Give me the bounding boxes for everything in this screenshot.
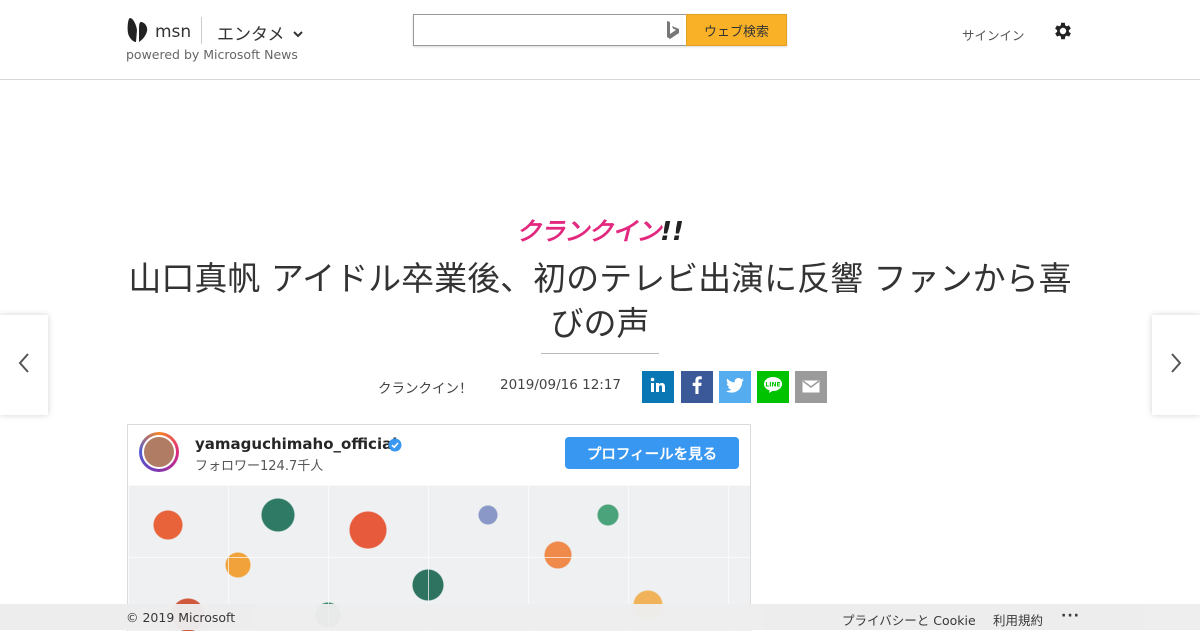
terms-link[interactable]: 利用規約 (993, 610, 1043, 629)
instagram-followers: フォロワー124.7千人 (195, 459, 324, 474)
publisher-logo[interactable]: クランクイン!! (0, 212, 1200, 248)
linkedin-icon (650, 377, 666, 397)
publisher-logo-bang: !! (660, 217, 684, 247)
section-dropdown[interactable]: エンタメ (217, 20, 303, 45)
chevron-down-icon (292, 23, 303, 43)
view-profile-button[interactable]: プロフィールを見る (565, 437, 739, 469)
signin-link[interactable]: サインイン (962, 25, 1025, 44)
next-article-button[interactable] (1152, 315, 1200, 415)
more-options-button[interactable]: ··· (1061, 608, 1080, 624)
site-header: msn エンタメ powered by Microsoft News ウェブ検索… (0, 0, 1200, 80)
share-facebook-button[interactable] (681, 371, 713, 403)
share-linkedin-button[interactable] (642, 371, 674, 403)
search-input[interactable] (414, 15, 660, 45)
article-title: 山口真帆 アイドル卒業後、初のテレビ出演に反響 ファンから喜びの声 (128, 259, 1072, 343)
site-footer: © 2019 Microsoft プライバシーと Cookie 利用規約 ··· (0, 604, 1200, 630)
instagram-username: yamaguchimaho_official (195, 435, 398, 453)
chevron-right-icon (1170, 352, 1182, 378)
logo-text: msn (155, 22, 192, 42)
msn-logo[interactable]: msn (127, 16, 191, 48)
line-icon: LINE (763, 376, 783, 398)
previous-article-button[interactable] (0, 315, 48, 415)
publisher-logo-text: クランクイン (516, 217, 661, 246)
web-search-button[interactable]: ウェブ検索 (686, 14, 787, 46)
msn-butterfly-icon (127, 16, 149, 48)
instagram-header: yamaguchimaho_official フォロワー124.7千人 プロフィ… (128, 425, 750, 482)
title-divider (541, 353, 659, 354)
share-line-button[interactable]: LINE (757, 371, 789, 403)
facebook-icon (692, 376, 702, 398)
twitter-icon (726, 377, 744, 397)
section-label: エンタメ (217, 25, 285, 45)
verified-badge-icon (388, 437, 402, 456)
article-date: 2019/09/16 12:17 (500, 377, 622, 393)
copyright: © 2019 Microsoft (126, 610, 236, 625)
search-box: ウェブ検索 (413, 14, 787, 46)
svg-text:LINE: LINE (765, 382, 780, 389)
article-image[interactable]: yamaguchimaho_official フォロワー124.7千人 プロフィ… (127, 424, 751, 631)
powered-by: powered by Microsoft News (126, 47, 298, 62)
header-divider (201, 17, 202, 44)
share-email-button[interactable] (795, 371, 827, 403)
gear-icon[interactable] (1052, 20, 1074, 46)
email-icon (802, 378, 820, 397)
chevron-left-icon (18, 352, 30, 378)
article-source: クランクイン！ (378, 381, 473, 397)
privacy-link[interactable]: プライバシーと Cookie (842, 610, 976, 629)
share-twitter-button[interactable] (719, 371, 751, 403)
avatar[interactable] (139, 432, 179, 472)
bing-icon (660, 15, 686, 45)
